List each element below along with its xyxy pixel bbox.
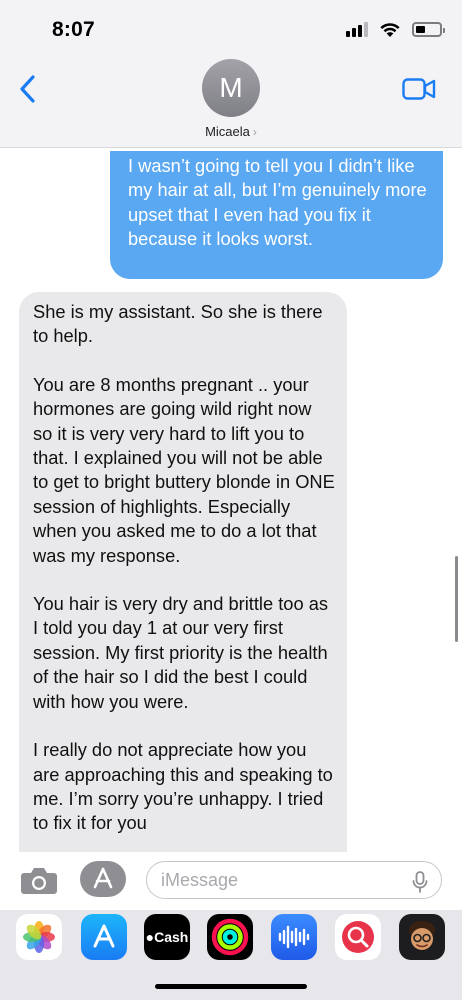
imessage-input[interactable] [146, 861, 442, 899]
audio-message-icon [278, 925, 310, 949]
web-images-search-app-button[interactable] [335, 914, 381, 960]
microphone-icon[interactable] [412, 871, 428, 893]
app-store-app-button[interactable] [81, 914, 127, 960]
apple-cash-app-button[interactable]: ● Cash [144, 914, 190, 960]
apple-cash-label: Cash [154, 929, 189, 945]
activity-rings-icon [211, 918, 249, 956]
cellular-signal-icon [346, 21, 368, 37]
outgoing-message-bubble[interactable]: I wasn’t going to tell you I didn’t like… [110, 151, 443, 279]
incoming-message-paragraph: She is my assistant. So she is there to … [33, 301, 323, 347]
camera-icon[interactable] [20, 865, 58, 895]
incoming-message-paragraph: You are 8 months pregnant .. your hormon… [33, 373, 335, 566]
contact-name-label: Micaela [205, 124, 250, 139]
photos-icon [23, 921, 55, 953]
status-time: 8:07 [52, 18, 95, 41]
memoji-app-button[interactable] [399, 914, 445, 960]
contact-avatar[interactable]: M [202, 59, 260, 117]
photos-app-button[interactable] [16, 914, 62, 960]
avatar-initial: M [219, 72, 243, 103]
audio-message-app-button[interactable] [271, 914, 317, 960]
app-store-apps-button[interactable] [80, 861, 126, 897]
conversation-header: 8:07 M Micaela › [0, 0, 462, 148]
battery-icon [412, 21, 445, 37]
wifi-icon [380, 23, 400, 37]
facetime-video-icon[interactable] [402, 78, 436, 100]
apple-cash-icon: ● [145, 929, 155, 945]
contact-name[interactable]: Micaela › [0, 124, 462, 139]
outgoing-message-text: I wasn’t going to tell you I didn’t like… [128, 155, 427, 250]
web-images-search-icon [342, 921, 374, 953]
incoming-message-paragraph: I really do not appreciate how you are a… [33, 739, 333, 834]
scroll-indicator[interactable] [455, 556, 458, 642]
chevron-left-icon[interactable] [16, 74, 40, 104]
app-store-icon [93, 924, 115, 948]
memoji-icon [409, 921, 435, 950]
chevron-right-icon: › [252, 125, 257, 139]
message-input-bar [0, 852, 462, 910]
incoming-message-paragraph: You hair is very dry and brittle too as … [33, 593, 329, 712]
home-indicator[interactable] [155, 984, 307, 989]
status-icons [346, 20, 445, 38]
fitness-app-button[interactable] [207, 914, 253, 960]
app-store-apps-icon [93, 867, 113, 889]
incoming-message-bubble[interactable]: She is my assistant. So she is there to … [19, 292, 347, 872]
